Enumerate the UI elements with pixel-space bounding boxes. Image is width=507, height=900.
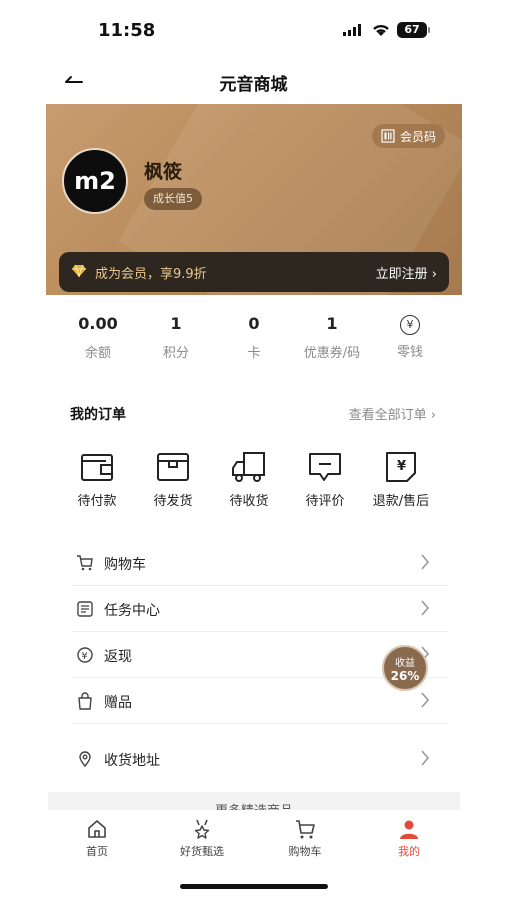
- award-badge-icon: [194, 819, 210, 839]
- member-code-button[interactable]: 会员码: [372, 124, 446, 148]
- stat-value: 1: [170, 314, 182, 333]
- cart-icon: [296, 820, 315, 839]
- order-pending-review[interactable]: 待评价: [285, 450, 365, 509]
- tab-label: 购物车: [288, 845, 322, 858]
- menu-item-label: 返现: [104, 649, 132, 665]
- home-icon: [88, 820, 106, 838]
- order-pending-shipment[interactable]: 待发货: [133, 450, 213, 509]
- member-card: 会员码 m2 枫筱 成长值5 成为会员，享9.9折 立即注册 ›: [46, 104, 462, 295]
- menu-item-tasks[interactable]: 任务中心: [72, 586, 448, 632]
- order-status-label: 待付款: [77, 494, 117, 509]
- tab-home[interactable]: 首页: [57, 818, 137, 859]
- yen-coin-icon: ¥: [400, 315, 420, 335]
- home-indicator: [180, 884, 328, 889]
- wallet-icon: [81, 454, 113, 481]
- menu-item-cart[interactable]: 购物车: [72, 540, 448, 586]
- stat-change[interactable]: ¥ 零钱: [370, 312, 450, 360]
- chevron-right-icon: [421, 600, 430, 616]
- chevron-right-icon: [421, 692, 430, 708]
- stat-label: 零钱: [396, 345, 423, 360]
- orders-header: 我的订单 查看全部订单 ›: [70, 404, 436, 426]
- orders-title: 我的订单: [70, 407, 126, 423]
- stat-value: 0.00: [78, 314, 118, 333]
- stat-label: 余额: [84, 346, 111, 361]
- task-icon: [77, 601, 93, 617]
- cashback-icon: ¥: [77, 647, 93, 663]
- battery-tip: [428, 27, 430, 33]
- qr-code-icon: [381, 129, 395, 143]
- tab-me[interactable]: 我的: [369, 818, 449, 859]
- member-code-label: 会员码: [400, 129, 437, 144]
- tab-label: 好货甄选: [180, 845, 224, 858]
- order-status-label: 退款/售后: [372, 494, 430, 509]
- tab-label: 我的: [398, 845, 420, 858]
- status-time: 11:58: [98, 20, 156, 41]
- register-label: 立即注册: [375, 267, 428, 282]
- stat-coupons[interactable]: 1 优惠券/码: [292, 312, 372, 361]
- earnings-label: 收益: [395, 658, 415, 669]
- earnings-value: 26%: [390, 669, 420, 683]
- tab-picks[interactable]: 好货甄选: [162, 818, 242, 859]
- cellular-signal-icon: [343, 24, 361, 36]
- menu-item-address[interactable]: 收货地址: [72, 724, 448, 786]
- stat-balance[interactable]: 0.00 余额: [58, 312, 138, 361]
- box-icon: [157, 453, 189, 481]
- register-link[interactable]: 立即注册 ›: [376, 263, 437, 282]
- stat-label: 优惠券/码: [303, 346, 361, 361]
- refund-icon: ¥: [386, 452, 416, 482]
- svg-text:¥: ¥: [397, 459, 406, 474]
- chevron-right-icon: [421, 554, 430, 570]
- tab-cart[interactable]: 购物车: [265, 818, 345, 859]
- menu-item-label: 任务中心: [104, 603, 160, 619]
- order-status-label: 待评价: [305, 494, 345, 509]
- growth-value-badge[interactable]: 成长值5: [144, 188, 202, 210]
- comment-icon: [309, 453, 341, 481]
- user-name: 枫筱: [144, 161, 183, 183]
- stat-label: 卡: [247, 346, 261, 361]
- menu-item-label: 购物车: [104, 557, 146, 573]
- cart-icon: [77, 555, 93, 571]
- truck-icon: [232, 452, 265, 482]
- gift-bag-icon: [78, 692, 92, 710]
- membership-promo-bar[interactable]: 成为会员，享9.9折 立即注册 ›: [59, 252, 449, 292]
- battery-icon: 67: [397, 22, 427, 38]
- stat-points[interactable]: 1 积分: [136, 312, 216, 361]
- view-all-orders-link[interactable]: 查看全部订单 ›: [349, 404, 436, 423]
- account-stats: 0.00 余额 1 积分 0 卡 1 优惠券/码 ¥ 零钱: [46, 312, 462, 372]
- order-status-row: 待付款 待发货 待收货 待评价 ¥ 退款/售后: [52, 450, 462, 520]
- order-refund[interactable]: ¥ 退款/售后: [361, 450, 441, 509]
- promo-text: 成为会员，享9.9折: [95, 267, 207, 282]
- earnings-badge[interactable]: 收益 26%: [382, 645, 428, 691]
- page-title: 元音商城: [219, 75, 288, 95]
- svg-text:¥: ¥: [81, 651, 87, 662]
- menu-item-label: 赠品: [104, 695, 132, 711]
- stat-cards[interactable]: 0 卡: [214, 312, 294, 361]
- more-products-section: 更多精选商品: [48, 792, 460, 810]
- order-status-label: 待收货: [229, 494, 269, 509]
- order-pending-receipt[interactable]: 待收货: [209, 450, 289, 509]
- stat-value: 0: [248, 314, 260, 333]
- nav-bar: 元音商城: [0, 62, 507, 102]
- order-status-label: 待发货: [153, 494, 193, 509]
- person-icon: [400, 820, 418, 839]
- chevron-right-icon: [421, 750, 430, 766]
- view-all-orders-label: 查看全部订单: [348, 408, 427, 423]
- stat-label: 积分: [162, 346, 189, 361]
- order-pending-payment[interactable]: 待付款: [57, 450, 137, 509]
- status-bar: 11:58 67: [0, 0, 507, 62]
- more-products-title: 更多精选商品: [48, 800, 460, 810]
- diamond-icon: [72, 264, 86, 278]
- stat-value: 1: [326, 314, 338, 333]
- avatar[interactable]: m2: [62, 148, 128, 214]
- location-icon: [79, 751, 91, 768]
- menu-item-label: 收货地址: [104, 753, 160, 769]
- tab-label: 首页: [86, 845, 108, 858]
- wifi-icon: [373, 24, 389, 36]
